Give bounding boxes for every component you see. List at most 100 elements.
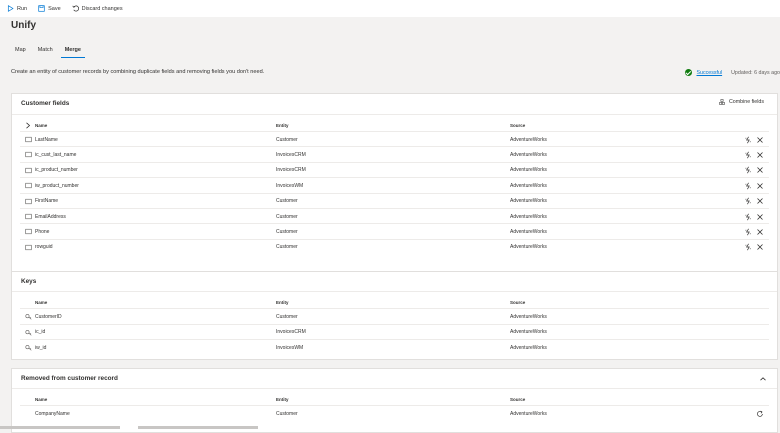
remove-field-icon[interactable] — [756, 136, 764, 144]
separate-field-icon[interactable] — [744, 151, 752, 159]
remove-field-icon[interactable] — [756, 228, 764, 236]
separate-field-icon[interactable] — [744, 166, 752, 174]
cell-source: AdventureWorks — [510, 198, 547, 205]
cell-name: ic_product_number — [35, 167, 78, 174]
table-row[interactable]: EmailAddress Customer AdventureWorks — [20, 208, 769, 224]
remove-field-icon[interactable] — [756, 213, 764, 221]
cell-name: iw_id — [35, 344, 47, 351]
remove-field-icon[interactable] — [756, 243, 764, 251]
status-link[interactable]: Successful — [696, 70, 722, 76]
cell-entity: Customer — [276, 213, 298, 220]
table-row[interactable]: Phone Customer AdventureWorks — [20, 223, 769, 239]
tab-match[interactable]: Match — [34, 47, 57, 58]
cell-source: AdventureWorks — [510, 228, 547, 235]
remove-field-icon[interactable] — [756, 151, 764, 159]
separate-field-icon[interactable] — [744, 243, 752, 251]
combine-fields-button[interactable]: Combine fields — [719, 99, 764, 105]
table-row[interactable]: iw_id InvoicesWM AdventureWorks — [20, 339, 769, 355]
success-check-icon — [685, 69, 693, 76]
customer-fields-card: Customer fields Combine fields Name Enti… — [11, 93, 778, 276]
cell-entity: Customer — [276, 228, 298, 235]
column-header-source[interactable]: Source — [510, 297, 525, 308]
table-row[interactable]: FirstName Customer AdventureWorks — [20, 192, 769, 209]
cell-source: AdventureWorks — [510, 313, 547, 320]
customer-fields-header: Name Entity Source — [12, 120, 777, 131]
chevron-right-icon[interactable] — [25, 122, 31, 129]
cell-entity: Customer — [276, 244, 298, 251]
tab-list: Map Match Merge — [11, 47, 89, 58]
field-icon — [25, 182, 32, 189]
discard-changes-label: Discard changes — [81, 5, 123, 12]
column-header-source[interactable]: Source — [510, 120, 525, 131]
table-row[interactable]: ic_product_number InvoicesCRM AdventureWor… — [20, 161, 769, 178]
command-bar: Run Save Discard changes — [0, 0, 780, 17]
key-icon — [25, 344, 32, 351]
remove-field-icon[interactable] — [756, 166, 764, 174]
cell-source: AdventureWorks — [510, 182, 547, 189]
chevron-up-icon[interactable] — [759, 375, 767, 383]
column-header-entity[interactable]: Entity — [276, 297, 289, 308]
cell-source: AdventureWorks — [510, 344, 547, 351]
column-header-source[interactable]: Source — [510, 394, 525, 405]
cell-name: LastName — [35, 136, 58, 143]
separate-field-icon[interactable] — [744, 182, 752, 190]
status-area: Successful Updated: 6 days ago — [685, 69, 780, 76]
undo-icon — [72, 5, 79, 12]
field-icon — [25, 198, 32, 205]
cell-name: ic_id — [35, 329, 46, 335]
cell-source: AdventureWorks — [510, 244, 547, 251]
cell-name: rowguid — [35, 244, 53, 251]
save-icon — [38, 5, 45, 12]
separate-field-icon[interactable] — [744, 213, 752, 221]
column-header-entity[interactable]: Entity — [276, 120, 289, 131]
separate-field-icon[interactable] — [744, 228, 752, 236]
field-icon — [25, 228, 32, 235]
table-row[interactable]: CustomerID Customer AdventureWorks — [20, 308, 769, 324]
cell-name: CompanyName — [35, 410, 70, 417]
table-row[interactable]: iw_product_number InvoicesWM AdventureWork… — [20, 177, 769, 193]
combine-fields-label: Combine fields — [728, 99, 764, 105]
cell-name: EmailAddress — [35, 213, 66, 220]
save-button[interactable]: Save — [38, 5, 61, 12]
table-row[interactable]: CompanyName Customer AdventureWorks — [20, 405, 769, 421]
field-icon — [25, 136, 32, 143]
run-label: Run — [17, 5, 28, 12]
keys-card: Keys Name Entity Source CustomerID Custom… — [11, 271, 778, 360]
cell-entity: Customer — [276, 136, 298, 143]
column-header-entity[interactable]: Entity — [276, 394, 289, 405]
table-row[interactable]: ic_cust_last_name InvoicesCRM AdventureWor… — [20, 146, 769, 162]
remove-field-icon[interactable] — [756, 197, 764, 205]
tab-map[interactable]: Map — [11, 47, 30, 58]
cell-source: AdventureWorks — [510, 329, 547, 335]
column-header-name[interactable]: Name — [35, 394, 47, 405]
tab-merge[interactable]: Merge — [60, 47, 86, 58]
page: Unify Map Match Merge Create an entity o… — [0, 17, 780, 433]
separate-field-icon[interactable] — [744, 197, 752, 205]
table-row[interactable]: ic_id InvoicesCRM AdventureWorks — [20, 323, 769, 340]
discard-changes-button[interactable]: Discard changes — [72, 5, 123, 12]
run-button[interactable]: Run — [7, 5, 27, 12]
customer-fields-title: Customer fields — [21, 100, 70, 107]
separate-field-icon[interactable] — [744, 136, 752, 144]
keys-title: Keys — [21, 278, 37, 285]
column-header-name[interactable]: Name — [35, 297, 47, 308]
cell-source: AdventureWorks — [510, 213, 547, 220]
field-icon — [25, 244, 32, 251]
cell-source: AdventureWorks — [510, 410, 547, 417]
cell-entity: InvoicesWM — [276, 344, 304, 351]
key-icon — [25, 313, 32, 320]
cell-entity: InvoicesWM — [276, 182, 304, 189]
removed-card: Removed from customer record Name Entity… — [11, 368, 778, 433]
card-divider — [12, 114, 777, 115]
table-row[interactable]: LastName Customer AdventureWorks — [20, 131, 769, 147]
field-icon — [25, 213, 32, 220]
cell-entity: Customer — [276, 410, 298, 417]
column-header-name[interactable]: Name — [35, 120, 47, 131]
restore-field-icon[interactable] — [756, 410, 764, 418]
remove-field-icon[interactable] — [756, 182, 764, 190]
cell-entity: InvoicesCRM — [276, 151, 306, 158]
table-row[interactable]: rowguid Customer AdventureWorks — [20, 238, 769, 255]
cell-name: CustomerID — [35, 313, 62, 320]
cell-name: Phone — [35, 228, 50, 235]
removed-title: Removed from customer record — [21, 375, 118, 382]
